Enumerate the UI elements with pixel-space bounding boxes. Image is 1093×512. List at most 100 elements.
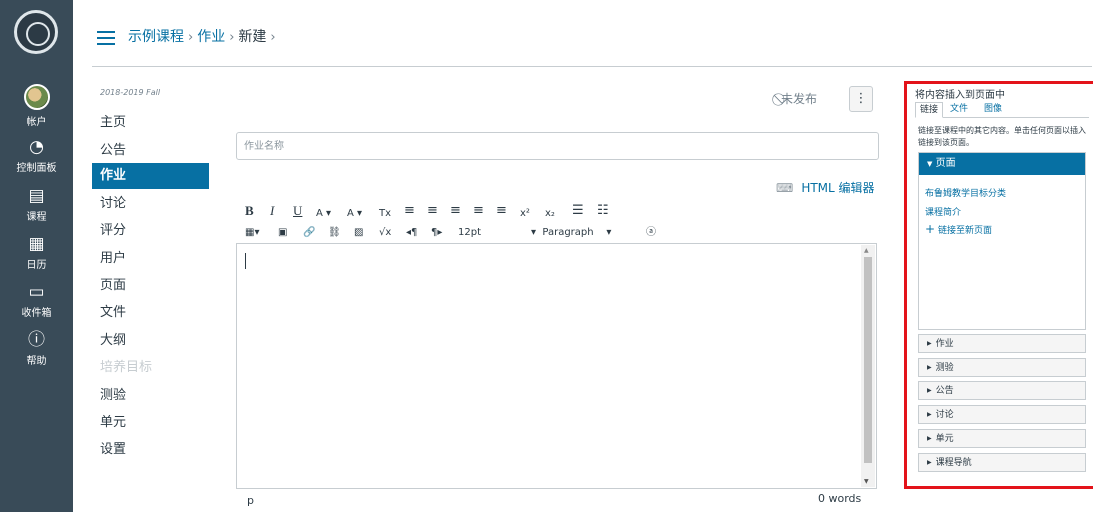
section-course-navigation[interactable]: ▶ 课程导航 xyxy=(918,453,1086,472)
paragraph-select-label: Paragraph xyxy=(542,227,594,238)
course-nav-grades[interactable]: 评分 xyxy=(92,218,209,244)
indent-button[interactable]: ≡ xyxy=(496,203,507,219)
pages-section-label: 页面 xyxy=(935,158,956,169)
superscript-button[interactable]: x² xyxy=(520,206,530,222)
section-label: 讨论 xyxy=(935,410,954,420)
publish-status[interactable]: ⃠未发布 xyxy=(781,90,817,107)
global-nav-inbox[interactable]: ▭ 收件箱 xyxy=(0,282,73,319)
image-button[interactable]: ▨ xyxy=(354,225,363,241)
equation-button[interactable]: √x xyxy=(379,225,391,241)
table-icon: ▦▾ xyxy=(245,227,260,238)
global-nav-account-label: 帐户 xyxy=(26,117,47,128)
inbox-icon: ▭ xyxy=(28,282,45,302)
course-nav-modules[interactable]: 单元 xyxy=(92,410,209,436)
editor-scrollbar[interactable]: ▲ ▼ xyxy=(861,245,875,487)
global-nav-courses[interactable]: ▤ 课程 xyxy=(0,186,73,223)
course-nav-announcements[interactable]: 公告 xyxy=(92,138,209,164)
underline-button[interactable]: U xyxy=(293,203,302,220)
bold-button[interactable]: B xyxy=(245,203,254,220)
course-nav-settings[interactable]: 设置 xyxy=(92,437,209,463)
global-nav-inbox-label: 收件箱 xyxy=(21,308,52,319)
breadcrumb-course-link[interactable]: 示例课程 xyxy=(128,29,184,45)
word-count: 0 words xyxy=(818,492,862,505)
link-button[interactable]: 🔗 xyxy=(303,225,315,241)
numbered-list-button[interactable]: ☷ xyxy=(597,203,609,219)
html-editor-toggle[interactable]: ⌨ HTML 编辑器 xyxy=(776,179,875,196)
rich-content-editor[interactable]: ▲ ▼ xyxy=(236,243,877,489)
breadcrumb-separator: › xyxy=(229,30,235,45)
course-nav-home[interactable]: 主页 xyxy=(92,110,209,136)
caret-right-icon: ▶ xyxy=(927,459,932,466)
breadcrumb: 示例课程 › 作业 › 新建 › xyxy=(128,27,280,48)
outdent-button[interactable]: ≡ xyxy=(473,203,484,219)
course-nav-syllabus[interactable]: 大纲 xyxy=(92,328,209,354)
rtl-button[interactable]: ¶▸ xyxy=(431,225,442,241)
panel-title: 将内容插入到页面中 xyxy=(915,90,1005,101)
unlink-button[interactable]: ⛓ xyxy=(328,225,341,241)
clear-formatting-button[interactable]: Tx xyxy=(379,206,391,222)
page-link-item[interactable]: 布鲁姆教学目标分类 xyxy=(925,186,1006,199)
tab-files[interactable]: 文件 xyxy=(946,102,972,118)
accessibility-checker-button[interactable]: ⓐ xyxy=(646,225,656,241)
course-nav-assignments[interactable]: 作业 xyxy=(92,163,209,189)
italic-button[interactable]: I xyxy=(270,203,274,220)
more-options-button[interactable]: ⋮ xyxy=(849,86,873,112)
panel-description: 链接至课程中的其它内容。单击任何页面以插入链接到该页面。 xyxy=(918,126,1086,147)
paragraph-select[interactable]: ▾ Paragraph ▾ xyxy=(531,225,611,241)
assignment-name-input[interactable] xyxy=(236,132,879,160)
table-button[interactable]: ▦▾ xyxy=(245,225,259,241)
scrollbar-thumb[interactable] xyxy=(864,257,872,463)
align-right-button[interactable]: ≡ xyxy=(450,203,461,219)
section-assignments[interactable]: ▶ 作业 xyxy=(918,334,1086,353)
bullet-list-button[interactable]: ☰ xyxy=(572,203,584,219)
subscript-button[interactable]: x₂ xyxy=(545,206,555,222)
equation-icon: √x xyxy=(379,227,392,238)
university-logo[interactable] xyxy=(14,10,58,54)
breadcrumb-assignments-link[interactable]: 作业 xyxy=(197,29,225,45)
header-divider xyxy=(92,66,1092,67)
align-center-button[interactable]: ≡ xyxy=(427,203,438,219)
global-nav-dashboard[interactable]: ◔ 控制面板 xyxy=(0,137,73,174)
section-discussions[interactable]: ▶ 讨论 xyxy=(918,405,1086,424)
caret-right-icon: ▶ xyxy=(927,387,932,394)
pages-section-header[interactable]: ▼ 页面 xyxy=(919,153,1085,175)
course-nav-quizzes[interactable]: 测验 xyxy=(92,383,209,409)
course-nav-people[interactable]: 用户 xyxy=(92,246,209,272)
chevron-down-icon: ▾ xyxy=(606,227,612,238)
page-link-item[interactable]: 课程简介 xyxy=(925,205,961,218)
course-nav-discussions[interactable]: 讨论 xyxy=(92,191,209,217)
section-modules[interactable]: ▶ 单元 xyxy=(918,429,1086,448)
global-nav-account[interactable]: 帐户 xyxy=(0,84,73,128)
html-editor-label: HTML 编辑器 xyxy=(801,181,875,195)
app-root: 帐户 ◔ 控制面板 ▤ 课程 ▦ 日历 ▭ 收件箱 ⓘ 帮助 示例课程 › 作业 › 新… xyxy=(0,0,1093,512)
link-icon: 🔗 xyxy=(303,227,316,238)
caret-down-icon: ▼ xyxy=(927,160,933,168)
ltr-icon: ◂¶ xyxy=(406,227,418,238)
align-left-button[interactable]: ≡ xyxy=(404,203,415,219)
section-announcements[interactable]: ▶ 公告 xyxy=(918,381,1086,400)
ltr-button[interactable]: ◂¶ xyxy=(406,225,417,241)
course-nav-pages[interactable]: 页面 xyxy=(92,273,209,299)
section-quizzes[interactable]: ▶ 测验 xyxy=(918,358,1086,377)
course-nav-files[interactable]: 文件 xyxy=(92,300,209,326)
keyboard-icon: ⌨ xyxy=(776,181,794,195)
global-nav-help[interactable]: ⓘ 帮助 xyxy=(0,330,73,367)
scroll-up-icon[interactable]: ▲ xyxy=(864,247,869,254)
font-size-select[interactable]: 12pt xyxy=(458,225,481,241)
caret-right-icon: ▶ xyxy=(927,364,932,371)
media-icon: ▣ xyxy=(278,227,288,238)
hamburger-icon[interactable] xyxy=(97,31,115,45)
section-label: 测验 xyxy=(935,363,954,373)
scroll-down-icon[interactable]: ▼ xyxy=(864,478,869,485)
global-nav-calendar[interactable]: ▦ 日历 xyxy=(0,234,73,271)
new-page-link[interactable]: + 链接至新页面 xyxy=(925,222,992,236)
new-page-link-label: 链接至新页面 xyxy=(937,226,992,236)
unlink-icon: ⛓ xyxy=(328,227,341,238)
text-color-button[interactable]: A ▾ xyxy=(316,206,331,222)
media-button[interactable]: ▣ xyxy=(278,225,287,241)
tab-links[interactable]: 链接 xyxy=(915,102,944,118)
section-label: 课程导航 xyxy=(935,458,972,468)
background-color-button[interactable]: A ▾ xyxy=(347,206,362,222)
tab-images[interactable]: 图像 xyxy=(980,102,1006,118)
avatar xyxy=(23,84,50,110)
